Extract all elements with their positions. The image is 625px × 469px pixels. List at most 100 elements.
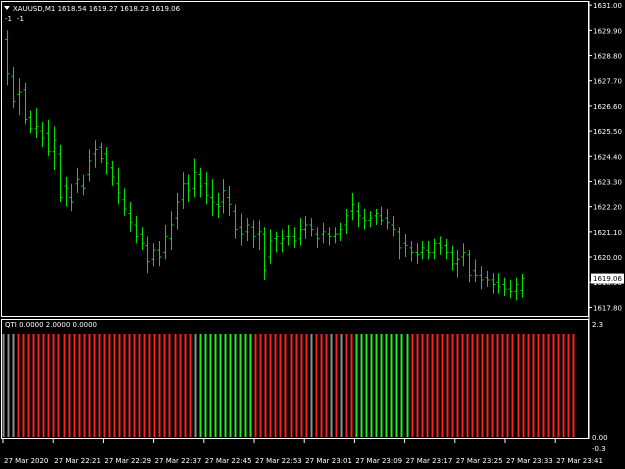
ohlc-bar [262, 227, 267, 280]
ohlc-bar [245, 218, 250, 242]
ohlc-bar [438, 236, 443, 255]
ohlc-bar [514, 277, 519, 301]
ohlc-bar [356, 202, 361, 228]
ohlc-bar [104, 147, 109, 175]
ohlc-bar [461, 243, 466, 267]
ohlc-bar [233, 204, 238, 239]
price-label: 1624.40 [593, 153, 622, 161]
price-label: 1620.00 [593, 254, 622, 262]
price-label: 1627.70 [593, 78, 622, 86]
ohlc-bar [479, 266, 484, 290]
terminal-chart-window[interactable]: XAUUSD,M1 1618.54 1619.27 1618.23 1619.0… [0, 0, 625, 469]
indicator-scale-bottom: -0.3 [592, 445, 606, 453]
ohlc-bar [426, 241, 431, 260]
ohlc-bar [64, 176, 69, 207]
time-label: 27 Mar 22:29 [104, 457, 151, 465]
ohlc-bar [5, 30, 10, 86]
price-label: 1626.60 [593, 103, 622, 111]
ohlc-bar [455, 250, 460, 278]
ohlc-bar [75, 167, 80, 193]
ohlc-bar [315, 227, 320, 248]
time-axis: 27 Mar 2020 27 Mar 22:21 27 Mar 22:29 27 Ma… [2, 439, 603, 465]
ohlc-bar [432, 238, 437, 260]
symbol-dropdown-icon[interactable] [4, 6, 10, 10]
ohlc-bar [157, 241, 162, 267]
time-label: 27 Mar 23:33 [506, 457, 553, 465]
ohlc-bar [192, 158, 197, 198]
ohlc-bar [140, 227, 145, 251]
ohlc-bar [128, 202, 133, 232]
ohlc-bar [93, 140, 98, 168]
ohlc-bar [58, 144, 63, 203]
current-price-label: 1619.06 [593, 275, 622, 283]
price-label: 1631.00 [593, 2, 622, 10]
ohlc-bar [81, 174, 86, 196]
ohlc-bar [34, 108, 39, 138]
ohlc-bar [385, 208, 390, 230]
indicator-scale: 2.3 0.00 -0.3 [592, 321, 608, 453]
ohlc-bar [467, 250, 472, 283]
ohlc-bar [134, 215, 139, 244]
ohlc-bar [298, 218, 303, 246]
time-label: 27 Mar 22:21 [54, 457, 101, 465]
ohlc-bar [268, 229, 273, 264]
ohlc-bar [502, 277, 507, 296]
sub-label-1: -1 [5, 15, 12, 23]
ohlc-bar [397, 227, 402, 260]
price-label: 1625.50 [593, 128, 622, 136]
ohlc-bar [338, 222, 343, 242]
ohlc-bar [374, 208, 379, 225]
ohlc-bar [350, 192, 355, 221]
ohlc-bar [309, 218, 314, 237]
ohlc-bar [520, 273, 525, 298]
time-label: 27 Mar 23:17 [406, 457, 453, 465]
ohlc-bar [333, 227, 338, 244]
ohlc-bar [17, 78, 22, 116]
ohlc-bar [175, 192, 180, 230]
ohlc-bar [473, 259, 478, 283]
time-label: 27 Mar 2020 [4, 457, 48, 465]
ohlc-bar [362, 208, 367, 230]
ohlc-bar [391, 215, 396, 237]
ohlc-bar [52, 126, 57, 171]
ohlc-bar [491, 273, 496, 294]
ohlc-bar [87, 149, 92, 182]
ohlc-bar [450, 245, 455, 271]
ohlc-bar [23, 83, 28, 125]
ohlc-bar [99, 142, 104, 164]
qti-histogram [2, 334, 575, 437]
time-label: 27 Mar 23:41 [556, 457, 603, 465]
ohlc-bar [198, 167, 203, 198]
ohlc-bar [40, 121, 45, 148]
ohlc-bar [327, 227, 332, 246]
ohlc-bar [303, 215, 308, 239]
ohlc-bar [496, 273, 501, 294]
ohlc-bar [444, 238, 449, 260]
time-label: 27 Mar 23:01 [305, 457, 352, 465]
ohlc-bar [221, 179, 226, 214]
ohlc-bar [403, 234, 408, 258]
ohlc-bar [216, 192, 221, 219]
indicator-header: QTI 0.0000 2.0000 0.0000 [5, 321, 97, 329]
ohlc-bar [280, 229, 285, 253]
ohlc-bar [379, 206, 384, 225]
time-label: 27 Mar 22:45 [205, 457, 252, 465]
ohlc-bar [508, 279, 513, 299]
time-label: 27 Mar 22:53 [255, 457, 302, 465]
price-label: 1617.80 [593, 304, 622, 312]
price-label: 1623.30 [593, 178, 622, 186]
ohlc-bar [69, 183, 74, 212]
ohlc-bar [186, 174, 191, 203]
ohlc-bar [28, 110, 33, 134]
ohlc-bar [46, 119, 51, 157]
price-label: 1629.90 [593, 27, 622, 35]
ohlc-bar [151, 243, 156, 267]
indicator-scale-zero: 0.00 [592, 434, 608, 442]
ohlc-bar [344, 208, 349, 235]
ohlc-bar [227, 186, 232, 216]
ohlc-bar [204, 172, 209, 205]
price-scale: 1631.00 1629.90 1628.80 1627.70 1626.60 1625.… [589, 2, 622, 312]
ohlc-bar [292, 227, 297, 248]
ohlc-series [5, 30, 525, 301]
ohlc-bar [286, 224, 291, 246]
